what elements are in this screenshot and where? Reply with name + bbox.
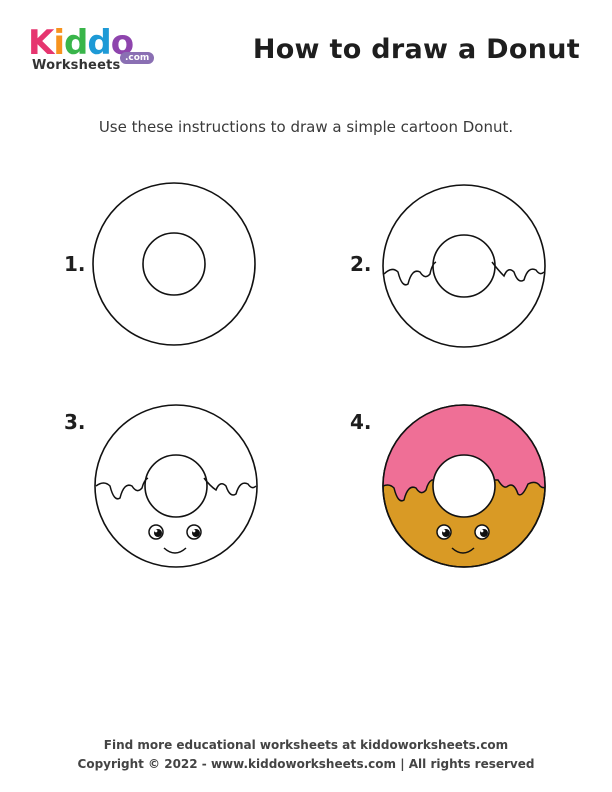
right-eye [186, 524, 202, 540]
footer-promo: Find more educational worksheets at kidd… [103, 738, 509, 752]
page-title: How to draw a Donut [252, 34, 580, 65]
logo-letter: i [53, 23, 65, 63]
left-eye [148, 524, 164, 540]
step-1-drawing [92, 180, 292, 370]
donut-hole [144, 454, 208, 518]
step-number-3: 3. [64, 410, 86, 434]
right-eye [474, 524, 490, 540]
logo-wordmark: Kiddo [28, 23, 134, 63]
instructions-text: Use these instructions to draw a simple … [98, 118, 514, 136]
logo-letter: d [64, 23, 88, 63]
footer-copyright: Copyright © 2022 - www.kiddoworksheets.c… [77, 757, 535, 771]
step-number-2: 2. [350, 252, 372, 276]
logo-letter: d [87, 23, 111, 63]
step-2-drawing [380, 184, 580, 374]
site-logo[interactable]: Kiddo Worksheets .com [28, 26, 158, 76]
step-3-drawing [94, 404, 294, 594]
step-number-1: 1. [64, 252, 86, 276]
step-4-drawing [380, 404, 580, 594]
left-eye [436, 524, 452, 540]
donut-hole [432, 234, 496, 298]
step-number-4: 4. [350, 410, 372, 434]
logo-subtitle: Worksheets [32, 58, 121, 73]
donut-hole [432, 454, 496, 518]
donut-hole [142, 232, 206, 296]
logo-com-badge: .com [120, 52, 155, 64]
logo-letter: K [28, 23, 54, 63]
